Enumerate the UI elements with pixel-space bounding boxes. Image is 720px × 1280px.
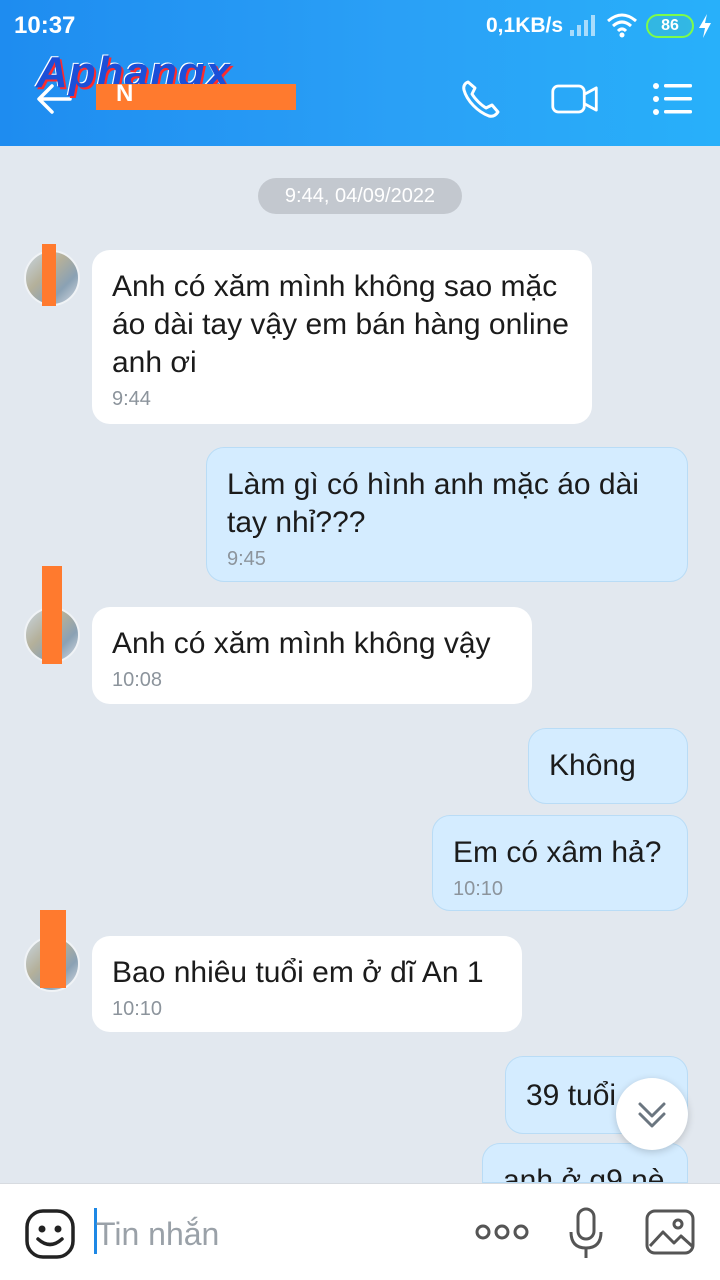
top-bar: 10:37 0,1KB/s 86 Aphangx N [0, 0, 720, 146]
scroll-to-bottom-button[interactable] [616, 1078, 688, 1150]
wifi-icon [607, 13, 637, 38]
message-time: 9:44 [112, 388, 151, 410]
message-text: Làm gì có hình anh mặc áo dài tay nhỉ??? [227, 468, 639, 539]
more-dots-icon[interactable] [474, 1214, 530, 1250]
message-time: 10:10 [453, 878, 504, 900]
message-text: Anh có xăm mình không sao mặc áo dài tay… [112, 270, 569, 379]
message-bubble-incoming[interactable]: Bao nhiêu tuổi em ở dĩ An 1 10:10 [92, 936, 522, 1032]
phone-icon[interactable] [456, 74, 506, 124]
message-time: 9:45 [227, 548, 266, 570]
message-text: anh ở g9 nè [503, 1164, 665, 1183]
avatar-redaction [40, 910, 66, 988]
avatar-redaction [42, 566, 62, 664]
message-bubble-incoming[interactable]: Anh có xăm mình không sao mặc áo dài tay… [92, 250, 592, 424]
status-time: 10:37 [14, 12, 76, 39]
message-bubble-incoming[interactable]: Anh có xăm mình không vậy 10:08 [92, 607, 532, 704]
menu-list-icon[interactable] [648, 74, 698, 124]
chevron-double-down-icon [638, 1102, 666, 1128]
avatar-redaction [42, 244, 56, 306]
message-text: Bao nhiêu tuổi em ở dĩ An 1 [112, 956, 484, 989]
signal-icon [570, 15, 595, 36]
contact-name[interactable]: N [116, 80, 133, 108]
message-bubble-outgoing[interactable]: Không [528, 728, 688, 804]
network-speed: 0,1KB/s [486, 14, 564, 37]
message-text: Em có xâm hả? [453, 836, 662, 869]
message-input[interactable] [96, 1214, 436, 1254]
battery-indicator: 86 [646, 14, 694, 38]
message-time: 10:08 [112, 669, 163, 691]
image-icon[interactable] [644, 1208, 696, 1256]
message-bubble-outgoing[interactable]: Em có xâm hả? 10:10 [432, 815, 688, 911]
video-call-icon[interactable] [550, 74, 600, 124]
message-composer [0, 1183, 720, 1280]
charging-icon [699, 14, 711, 38]
date-timestamp-chip: 9:44, 04/09/2022 [258, 178, 462, 214]
microphone-icon[interactable] [566, 1206, 606, 1262]
message-bubble-outgoing[interactable]: Làm gì có hình anh mặc áo dài tay nhỉ???… [206, 447, 688, 582]
emoji-icon[interactable] [24, 1208, 76, 1260]
message-text: Anh có xăm mình không vậy [112, 627, 491, 660]
message-text: Không [549, 749, 636, 782]
status-bar: 10:37 0,1KB/s 86 [0, 0, 720, 52]
message-time: 10:10 [112, 998, 163, 1020]
